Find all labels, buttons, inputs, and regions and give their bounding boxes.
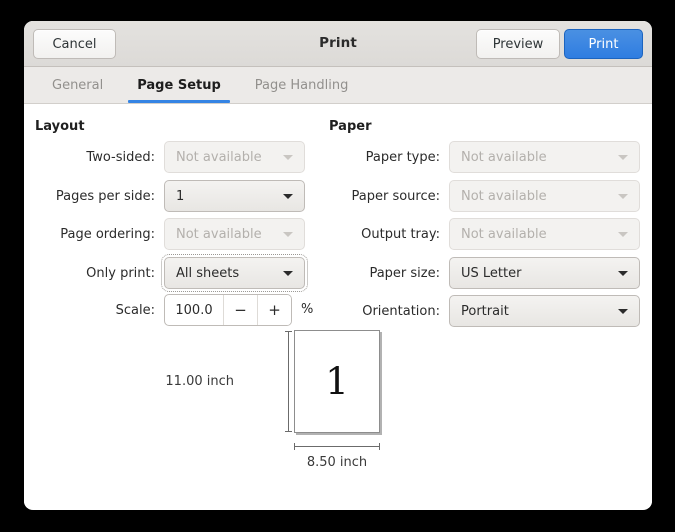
output-tray-label: Output tray: (361, 226, 440, 242)
page-ordering-dropdown[interactable]: Not available (164, 218, 305, 250)
orientation-value: Portrait (461, 303, 509, 319)
preview-button-label: Preview (492, 36, 544, 52)
page-sheet-thumbnail: 1 (294, 330, 380, 433)
paper-source-value: Not available (461, 188, 547, 204)
chevron-down-icon (618, 155, 628, 160)
page-ordering-value: Not available (176, 226, 262, 242)
only-print-value: All sheets (176, 265, 240, 281)
tab-general-label: General (52, 77, 104, 93)
chevron-down-icon (283, 271, 293, 276)
page-preview: 11.00 inch 1 8.50 inch (24, 319, 652, 504)
chevron-down-icon (618, 194, 628, 199)
orientation-label: Orientation: (362, 303, 440, 319)
two-sided-value: Not available (176, 149, 262, 165)
paper-size-label: Paper size: (369, 265, 440, 281)
only-print-dropdown[interactable]: All sheets (161, 254, 308, 292)
chevron-down-icon (283, 155, 293, 160)
paper-section-title: Paper (329, 119, 372, 134)
chevron-down-icon (283, 194, 293, 199)
page-setup-panel: Layout Two-sided: Not available Pages pe… (24, 104, 652, 508)
row-paper-source: Paper source: Not available (329, 180, 641, 212)
output-tray-value: Not available (461, 226, 547, 242)
row-output-tray: Output tray: Not available (329, 218, 641, 250)
tab-page-setup[interactable]: Page Setup (120, 67, 238, 103)
pages-per-side-label: Pages per side: (55, 188, 155, 204)
tab-general[interactable]: General (35, 67, 120, 103)
page-ordering-label: Page ordering: (60, 226, 155, 242)
chevron-down-icon (618, 232, 628, 237)
page-height-label: 11.00 inch (165, 374, 234, 389)
page-number-label: 1 (325, 360, 349, 403)
chevron-down-icon (618, 271, 628, 276)
preview-button[interactable]: Preview (476, 29, 560, 59)
tab-page-setup-label: Page Setup (137, 77, 221, 93)
row-pages-per-side: Pages per side: 1 (35, 180, 305, 212)
row-only-print: Only print: All sheets (35, 254, 308, 292)
row-paper-type: Paper type: Not available (329, 141, 641, 173)
paper-type-label: Paper type: (365, 149, 440, 165)
pages-per-side-dropdown[interactable]: 1 (164, 180, 305, 212)
output-tray-dropdown[interactable]: Not available (449, 218, 640, 250)
scale-unit-label: % (301, 302, 314, 317)
print-dialog: Cancel Print Preview Print General Page … (24, 21, 652, 510)
only-print-label: Only print: (86, 265, 155, 281)
tab-bar: General Page Setup Page Handling (24, 67, 652, 104)
page-height-ruler (285, 331, 292, 432)
paper-size-value: US Letter (461, 265, 522, 281)
tab-page-handling-label: Page Handling (254, 77, 349, 93)
tab-page-handling[interactable]: Page Handling (238, 67, 366, 103)
chevron-down-icon (618, 309, 628, 314)
paper-source-dropdown[interactable]: Not available (449, 180, 640, 212)
print-button[interactable]: Print (564, 29, 643, 59)
paper-source-label: Paper source: (351, 188, 441, 204)
page-width-label: 8.50 inch (306, 455, 368, 470)
row-page-ordering: Page ordering: Not available (35, 218, 305, 250)
paper-type-value: Not available (461, 149, 547, 165)
two-sided-dropdown[interactable]: Not available (164, 141, 305, 173)
paper-size-dropdown[interactable]: US Letter (449, 257, 640, 289)
dialog-header-bar: Cancel Print Preview Print (24, 21, 652, 67)
chevron-down-icon (283, 232, 293, 237)
page-width-ruler (294, 443, 380, 450)
paper-type-dropdown[interactable]: Not available (449, 141, 640, 173)
row-two-sided: Two-sided: Not available (35, 141, 305, 173)
scale-label: Scale: (115, 302, 155, 318)
layout-section-title: Layout (35, 119, 85, 134)
row-paper-size: Paper size: US Letter (329, 257, 641, 289)
print-button-label: Print (588, 36, 619, 52)
pages-per-side-value: 1 (176, 188, 185, 204)
two-sided-label: Two-sided: (86, 149, 155, 165)
